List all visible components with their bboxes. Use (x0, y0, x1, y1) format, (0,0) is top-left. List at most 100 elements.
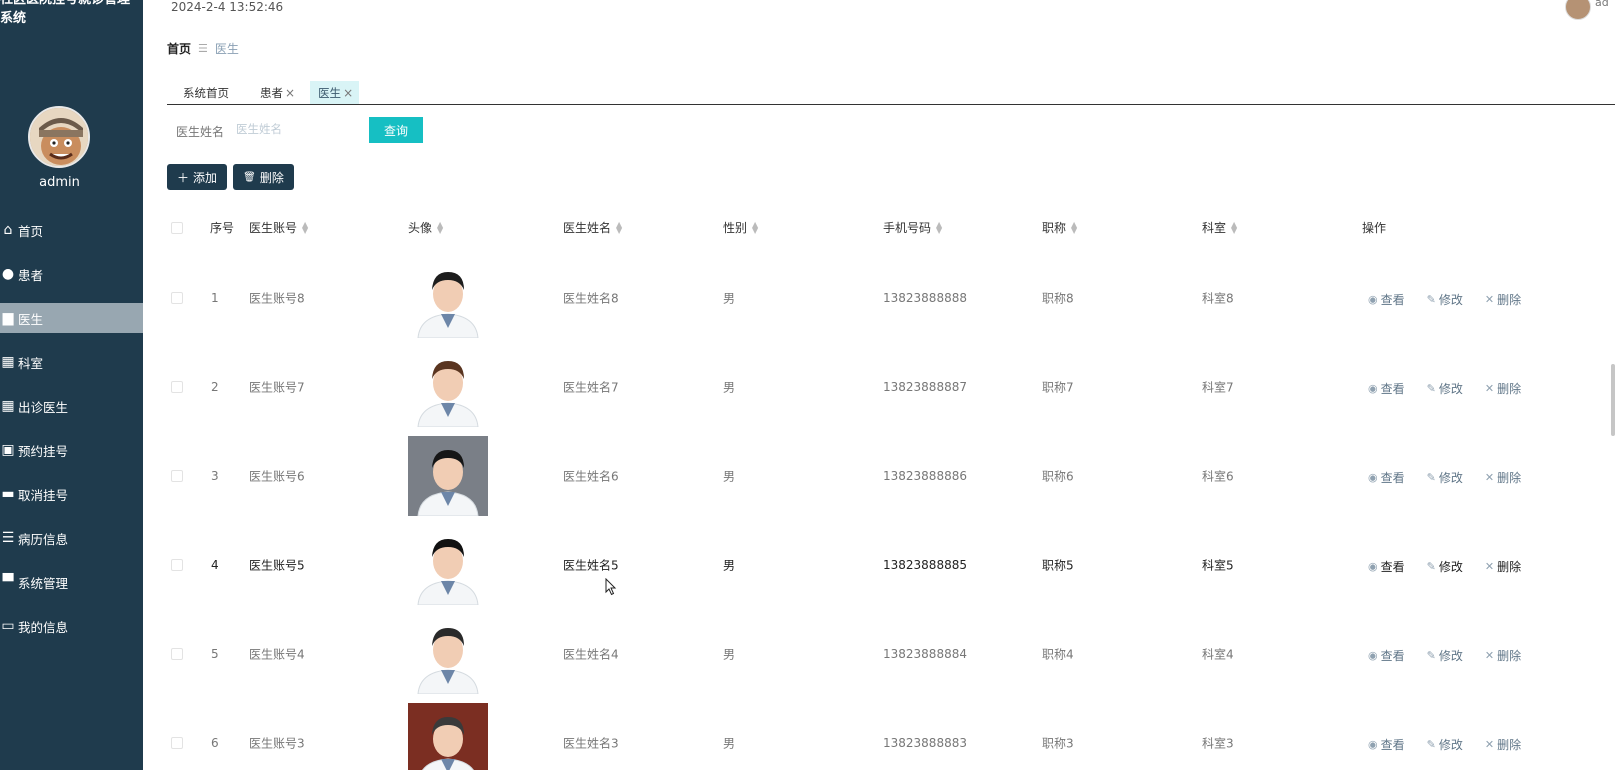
row-actions: ◉ 查看 ✎ 修改 ✕ 删除 (1368, 736, 1521, 753)
close-icon: ✕ (1484, 293, 1495, 306)
row-checkbox[interactable] (171, 558, 183, 571)
column-header-label: 职称 (1042, 221, 1067, 235)
sidebar-item-5[interactable]: ▣ 预约挂号 (0, 428, 143, 472)
breadcrumb-current: 医生 (214, 42, 239, 56)
sidebar-item-7[interactable]: ☰ 病历信息 (0, 516, 143, 560)
sidebar-item-4[interactable]: ▦ 出诊医生 (0, 384, 143, 428)
vertical-scrollbar[interactable] (1611, 364, 1615, 436)
doctor-gender: 男 (723, 291, 736, 305)
row-checkbox[interactable] (171, 291, 183, 304)
row-index: 4 (211, 557, 219, 572)
doctor-name: 医生姓名8 (563, 291, 619, 305)
breadcrumb: 首页 ☰ 医生 (167, 40, 239, 57)
tab-1[interactable]: 患者 × (244, 81, 310, 104)
add-button[interactable]: ＋ 添加 (167, 164, 227, 190)
close-icon[interactable]: × (343, 86, 353, 100)
table-row[interactable]: 1 医生账号8 医生姓名8 男 13823888888 职称8 科室8 ◉ 查看 ✎ 修改 ✕ 删除 (167, 253, 1615, 342)
view-button[interactable]: ◉ 查看 (1368, 736, 1405, 753)
table-row[interactable]: 4 医生账号5 医生姓名5 男 13823888885 职称5 科室5 ◉ 查看 ✎ 修改 ✕ 删除 (167, 520, 1615, 609)
sidebar-item-2[interactable]: ▆ 医生 (0, 303, 143, 333)
close-icon: ✕ (1484, 382, 1495, 395)
view-button[interactable]: ◉ 查看 (1368, 380, 1405, 397)
sidebar-item-8[interactable]: ▀ 系统管理 (0, 560, 143, 604)
view-label: 查看 (1380, 471, 1405, 485)
sort-icon[interactable]: ▲ ▼ (1231, 220, 1237, 234)
batch-delete-button[interactable]: 🗑 删除 (233, 164, 294, 190)
doctor-photo (408, 702, 488, 770)
doctor-phone: 13823888886 (883, 468, 967, 483)
column-header-2[interactable]: 头像 ▲ ▼ (408, 219, 443, 236)
sort-icon[interactable]: ▲ ▼ (1071, 220, 1077, 234)
view-button[interactable]: ◉ 查看 (1368, 647, 1405, 664)
row-index: 5 (211, 646, 219, 661)
sidebar-item-3[interactable]: ▦ 科室 (0, 340, 143, 384)
row-checkbox[interactable] (171, 647, 183, 660)
sidebar-item-label: 患者 (18, 267, 44, 283)
delete-row-button[interactable]: ✕ 删除 (1485, 469, 1521, 486)
delete-row-button[interactable]: ✕ 删除 (1485, 647, 1521, 664)
top-username[interactable]: ad (1595, 0, 1609, 9)
view-button[interactable]: ◉ 查看 (1368, 469, 1405, 486)
column-header-label: 头像 (408, 221, 433, 235)
table-row[interactable]: 5 医生账号4 医生姓名4 男 13823888884 职称4 科室4 ◉ 查看 ✎ 修改 ✕ 删除 (167, 609, 1615, 698)
doctor-photo (408, 524, 488, 605)
sort-icon[interactable]: ▲ ▼ (936, 220, 942, 234)
delete-row-button[interactable]: ✕ 删除 (1485, 558, 1521, 575)
column-header-1[interactable]: 医生账号 ▲ ▼ (249, 219, 308, 236)
edit-button[interactable]: ✎ 修改 (1427, 380, 1463, 397)
query-button[interactable]: 查询 (369, 117, 423, 143)
clipboard-icon: ▣ (1, 442, 15, 458)
doctor-title: 职称4 (1042, 647, 1074, 661)
doctor-department: 科室5 (1202, 558, 1234, 572)
row-checkbox[interactable] (171, 469, 183, 482)
edit-button[interactable]: ✎ 修改 (1427, 558, 1463, 575)
sidebar-item-1[interactable]: ● 患者 (0, 252, 143, 296)
sidebar-item-9[interactable]: ▭ 我的信息 (0, 604, 143, 648)
column-header-4[interactable]: 性别 ▲ ▼ (723, 219, 758, 236)
row-checkbox[interactable] (171, 736, 183, 749)
column-header-7[interactable]: 科室 ▲ ▼ (1202, 219, 1237, 236)
doctor-name: 医生姓名3 (563, 736, 619, 750)
doctor-gender: 男 (723, 647, 736, 661)
home-icon: ⌂ (3, 222, 13, 238)
top-user-avatar[interactable] (1565, 0, 1591, 20)
column-header-label: 医生姓名 (563, 221, 612, 235)
tab-0[interactable]: 系统首页 (167, 81, 244, 104)
tab-2[interactable]: 医生 × (310, 81, 360, 104)
sidebar-item-6[interactable]: ▬ 取消挂号 (0, 472, 143, 516)
doctor-name: 医生姓名7 (563, 380, 619, 394)
sort-icon[interactable]: ▲ ▼ (752, 220, 758, 234)
sort-icon[interactable]: ▲ ▼ (616, 220, 622, 234)
edit-button[interactable]: ✎ 修改 (1427, 469, 1463, 486)
sidebar-item-0[interactable]: ⌂ 首页 (0, 208, 143, 252)
sort-icon[interactable]: ▲ ▼ (302, 220, 308, 234)
row-checkbox[interactable] (171, 380, 183, 393)
doctor-title: 职称7 (1042, 380, 1074, 394)
view-button[interactable]: ◉ 查看 (1368, 558, 1405, 575)
delete-label: 删除 (1497, 738, 1522, 752)
eye-icon: ◉ (1368, 382, 1378, 395)
table-row[interactable]: 2 医生账号7 医生姓名7 男 13823888887 职称7 科室7 ◉ 查看 ✎ 修改 ✕ 删除 (167, 342, 1615, 431)
select-all-checkbox[interactable] (171, 222, 183, 234)
edit-button[interactable]: ✎ 修改 (1427, 736, 1463, 753)
column-header-5[interactable]: 手机号码 ▲ ▼ (883, 219, 942, 236)
edit-label: 修改 (1438, 560, 1463, 574)
tab-label: 系统首页 (183, 85, 229, 100)
edit-button[interactable]: ✎ 修改 (1427, 291, 1463, 308)
delete-row-button[interactable]: ✕ 删除 (1485, 736, 1521, 753)
column-header-3[interactable]: 医生姓名 ▲ ▼ (563, 219, 622, 236)
avatar[interactable] (28, 106, 90, 168)
doctor-name-search-input[interactable] (230, 117, 350, 141)
column-header-6[interactable]: 职称 ▲ ▼ (1042, 219, 1077, 236)
close-icon[interactable]: × (285, 86, 295, 100)
view-button[interactable]: ◉ 查看 (1368, 291, 1405, 308)
delete-row-button[interactable]: ✕ 删除 (1485, 380, 1521, 397)
edit-label: 修改 (1438, 471, 1463, 485)
breadcrumb-home[interactable]: 首页 (167, 40, 191, 57)
delete-row-button[interactable]: ✕ 删除 (1485, 291, 1521, 308)
table-row[interactable]: 6 医生账号3 医生姓名3 男 13823888883 职称3 科室3 ◉ 查看 ✎ 修改 ✕ 删除 (167, 698, 1615, 770)
sort-icon[interactable]: ▲ ▼ (437, 220, 443, 234)
avatar-image (30, 108, 88, 166)
edit-button[interactable]: ✎ 修改 (1427, 647, 1463, 664)
table-row[interactable]: 3 医生账号6 医生姓名6 男 13823888886 职称6 科室6 ◉ 查看 ✎ 修改 ✕ 删除 (167, 431, 1615, 520)
